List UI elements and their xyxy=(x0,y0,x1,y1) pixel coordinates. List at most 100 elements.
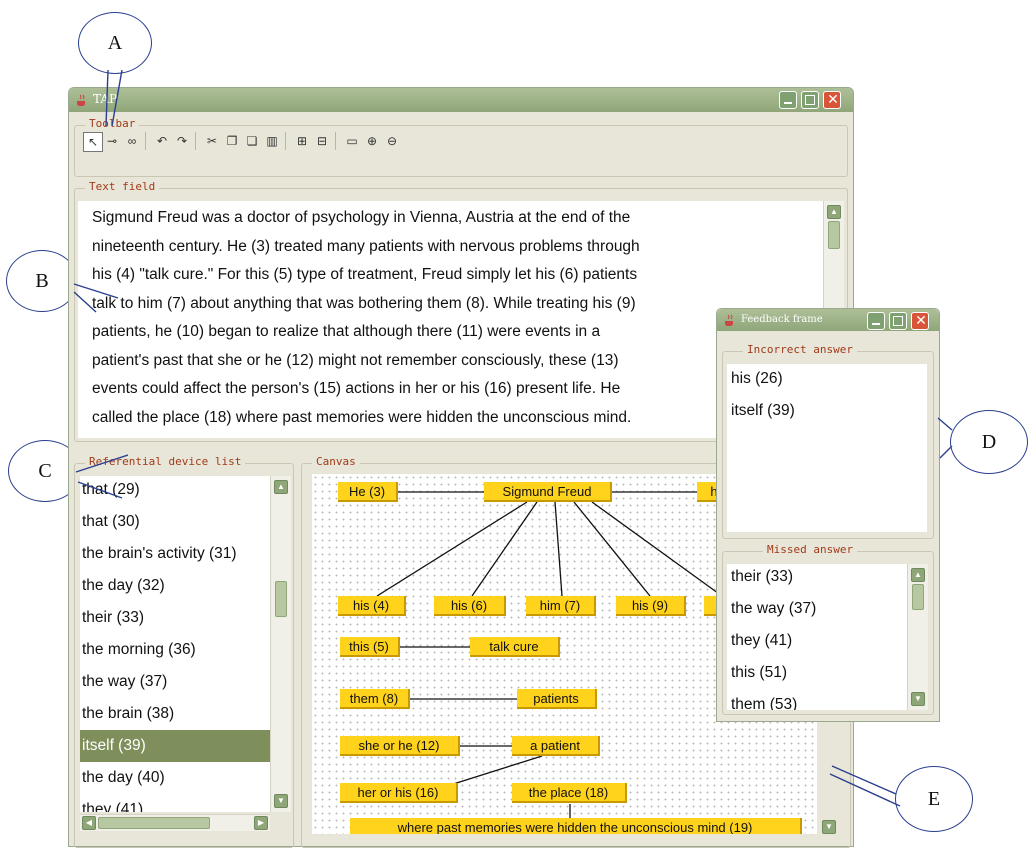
node-them-8[interactable]: them (8) xyxy=(340,689,410,709)
list-scroll-left-icon[interactable]: ◀ xyxy=(82,816,96,830)
text-field-label: Text field xyxy=(85,180,160,193)
list-item[interactable]: that (29) xyxy=(80,476,270,506)
node-the-place-18[interactable]: the place (18) xyxy=(512,783,627,803)
node-she-or-he-12[interactable]: she or he (12) xyxy=(340,736,460,756)
zoom-out-icon[interactable]: ⊖ xyxy=(383,132,401,150)
text-line: events could affect the person's (15) ac… xyxy=(92,380,621,397)
title-bar: TAP ✕ xyxy=(69,88,853,112)
toolbar-label: Toolbar xyxy=(85,117,140,130)
ungroup-icon[interactable]: ⊟ xyxy=(313,132,331,150)
missed-answer-item[interactable]: their (33) xyxy=(731,568,793,586)
incorrect-answer-item[interactable]: his (26) xyxy=(731,370,783,388)
feedback-close-button[interactable]: ✕ xyxy=(911,312,929,330)
node-unconscious-mind-19[interactable]: where past memories were hidden the unco… xyxy=(350,818,802,834)
feedback-java-icon xyxy=(725,314,733,327)
missed-answer-panel: Missed answer their (33) the way (37) they… xyxy=(722,543,934,715)
canvas-label: Canvas xyxy=(312,455,360,468)
node-this-5[interactable]: this (5) xyxy=(340,637,400,657)
connect-nodes-icon[interactable]: ⊸ xyxy=(103,132,121,150)
fit-view-icon[interactable]: ▭ xyxy=(343,132,361,150)
undo-icon[interactable]: ↶ xyxy=(153,132,171,150)
list-horizontal-scrollbar[interactable]: ◀ ▶ xyxy=(80,814,270,831)
incorrect-answer-panel: Incorrect answer his (26) itself (39) xyxy=(722,343,934,539)
toolbar-panel: Toolbar ↖ ⊸ ∞ ↶ ↷ ✂ ❐ ❏ ▥ ⊞ ⊟ ▭ ⊕ ⊖ xyxy=(74,117,848,177)
list-item[interactable]: they (41) xyxy=(80,794,270,812)
list-scroll-right-icon[interactable]: ▶ xyxy=(254,816,268,830)
scroll-up-arrow-icon[interactable]: ▲ xyxy=(827,205,841,219)
list-scroll-up-icon[interactable]: ▲ xyxy=(274,480,288,494)
paste-icon[interactable]: ❏ xyxy=(243,132,261,150)
canvas-scroll-down-icon[interactable]: ▼ xyxy=(822,820,836,834)
node-her-or-his-16[interactable]: her or his (16) xyxy=(340,783,458,803)
incorrect-answer-item[interactable]: itself (39) xyxy=(731,402,795,420)
node-sigmund-freud[interactable]: Sigmund Freud xyxy=(484,482,612,502)
toolbar-separator xyxy=(195,132,196,150)
referential-device-list[interactable]: that (29) that (30) the brain's activity (… xyxy=(80,476,270,812)
missed-list-scrollbar[interactable]: ▲ ▼ xyxy=(907,564,928,710)
node-he-3[interactable]: He (3) xyxy=(338,482,398,502)
link-apatient-herorhis xyxy=(446,755,543,787)
missed-answer-item[interactable]: this (51) xyxy=(731,664,787,682)
list-hscroll-thumb[interactable] xyxy=(98,817,210,829)
list-item[interactable]: the brain (38) xyxy=(80,698,270,730)
list-item[interactable]: the day (32) xyxy=(80,570,270,602)
maximize-button[interactable] xyxy=(801,91,819,109)
list-item[interactable]: their (33) xyxy=(80,602,270,634)
text-line: Sigmund Freud was a doctor of psychology… xyxy=(92,209,631,226)
node-talk-cure[interactable]: talk cure xyxy=(470,637,560,657)
callout-e: E xyxy=(895,766,973,832)
text-field[interactable]: Sigmund Freud was a doctor of psychology… xyxy=(78,201,823,438)
missed-scroll-thumb[interactable] xyxy=(912,584,924,610)
list-item[interactable]: the way (37) xyxy=(80,666,270,698)
delete-icon[interactable]: ▥ xyxy=(263,132,281,150)
node-his-4[interactable]: his (4) xyxy=(338,596,406,616)
missed-scroll-down-icon[interactable]: ▼ xyxy=(911,692,925,706)
list-item[interactable]: the brain's activity (31) xyxy=(80,538,270,570)
select-pointer-icon[interactable]: ↖ xyxy=(83,132,103,152)
feedback-maximize-button[interactable] xyxy=(889,312,907,330)
list-item[interactable]: the morning (36) xyxy=(80,634,270,666)
link-freud-him7 xyxy=(554,501,563,597)
missed-answer-item[interactable]: the way (37) xyxy=(731,600,816,618)
node-a-patient[interactable]: a patient xyxy=(512,736,600,756)
incorrect-answer-label: Incorrect answer xyxy=(743,343,857,356)
node-him-7[interactable]: him (7) xyxy=(526,596,596,616)
text-line: patients, he (10) began to realize that … xyxy=(92,323,601,340)
close-button[interactable]: ✕ xyxy=(823,91,841,109)
copy-icon[interactable]: ❐ xyxy=(223,132,241,150)
text-line: talk to him (7) about anything that was … xyxy=(92,294,636,312)
minimize-button[interactable] xyxy=(779,91,797,109)
list-item[interactable]: that (30) xyxy=(80,506,270,538)
window-title: TAP xyxy=(93,92,118,106)
referential-list-label: Referential device list xyxy=(85,455,246,468)
callout-a: A xyxy=(78,12,152,74)
missed-answer-label: Missed answer xyxy=(763,543,858,556)
feedback-frame: Feedback frame ✕ Incorrect answer his (2… xyxy=(716,308,940,722)
feedback-title-bar: Feedback frame ✕ xyxy=(717,309,939,331)
missed-answer-list[interactable]: their (33) the way (37) they (41) this (51)… xyxy=(727,564,907,710)
redo-icon[interactable]: ↷ xyxy=(173,132,191,150)
scroll-thumb[interactable] xyxy=(828,221,840,249)
toolbar-separator xyxy=(335,132,336,150)
find-binoculars-icon[interactable]: ∞ xyxy=(123,132,141,150)
node-his-9[interactable]: his (9) xyxy=(616,596,686,616)
list-scroll-thumb[interactable] xyxy=(275,581,287,617)
node-his-6[interactable]: his (6) xyxy=(434,596,506,616)
feedback-title: Feedback frame xyxy=(741,314,823,325)
group-icon[interactable]: ⊞ xyxy=(293,132,311,150)
callout-d: D xyxy=(950,410,1028,474)
feedback-minimize-button[interactable] xyxy=(867,312,885,330)
node-patients[interactable]: patients xyxy=(517,689,597,709)
list-item[interactable]: itself (39) xyxy=(80,730,270,762)
missed-answer-item[interactable]: them (53) xyxy=(731,696,797,710)
list-vertical-scrollbar[interactable]: ▲ ▼ xyxy=(270,476,291,812)
cut-icon[interactable]: ✂ xyxy=(203,132,221,150)
zoom-in-icon[interactable]: ⊕ xyxy=(363,132,381,150)
incorrect-answer-list[interactable]: his (26) itself (39) xyxy=(727,364,927,532)
list-scroll-down-icon[interactable]: ▼ xyxy=(274,794,288,808)
toolbar-separator xyxy=(285,132,286,150)
missed-scroll-up-icon[interactable]: ▲ xyxy=(911,568,925,582)
text-line: his (4) "talk cure." For this (5) type o… xyxy=(92,266,638,283)
list-item[interactable]: the day (40) xyxy=(80,762,270,794)
missed-answer-item[interactable]: they (41) xyxy=(731,632,792,650)
